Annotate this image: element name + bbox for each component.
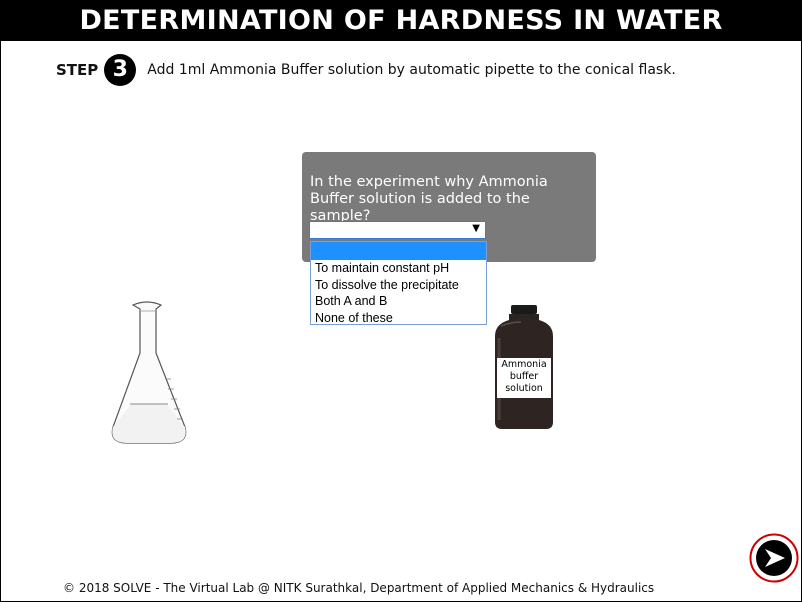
bottle-label-line: solution [505,383,543,394]
quiz-question: In the experiment why Ammonia Buffer sol… [310,174,548,224]
footer-copyright: © 2018 SOLVE - The Virtual Lab @ NITK Su… [63,581,655,595]
dropdown-option-dissolve-precipitate[interactable]: To dissolve the precipitate [311,277,486,294]
step-label: STEP [56,61,99,79]
step-number-badge: 3 [104,54,137,86]
bottle-label-line: buffer [509,371,539,382]
dropdown-option-blank[interactable] [311,242,486,260]
chevron-down-icon[interactable]: ▼ [472,223,480,234]
dropdown-option-maintain-ph[interactable]: To maintain constant pH [311,260,486,277]
step-header: STEP 3 Add 1ml Ammonia Buffer solution b… [56,54,676,86]
step-instruction: Add 1ml Ammonia Buffer solution by autom… [147,62,676,78]
answer-select[interactable]: ▼ [309,221,486,239]
page-title: DETERMINATION OF HARDNESS IN WATER [1,1,801,41]
answer-dropdown-list[interactable]: To maintain constant pH To dissolve the … [310,241,487,325]
dropdown-option-none[interactable]: None of these [311,310,486,327]
next-arrow-icon[interactable] [749,533,799,583]
conical-flask-icon[interactable] [109,299,191,447]
bottle-label: Ammonia buffer solution [497,358,551,398]
dropdown-option-both[interactable]: Both A and B [311,293,486,310]
lab-frame: DETERMINATION OF HARDNESS IN WATER STEP … [0,0,802,602]
bottle-label-line: Ammonia [501,359,547,370]
